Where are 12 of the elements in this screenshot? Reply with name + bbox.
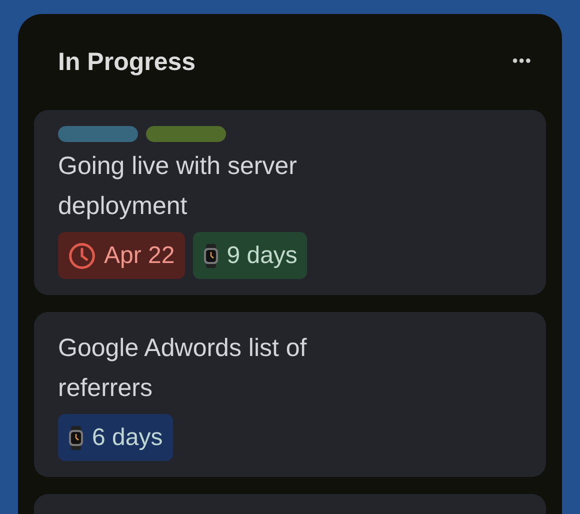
card-title: Going live with server deployment bbox=[58, 151, 298, 222]
watch-icon bbox=[68, 426, 84, 450]
clock-icon bbox=[68, 242, 96, 270]
task-card[interactable]: Going live with server deployment Apr 22 9 days bbox=[34, 110, 546, 295]
card-title: Google Adwords list of referrers bbox=[58, 333, 308, 404]
column-title: In Progress bbox=[58, 48, 196, 76]
more-menu-button[interactable]: ••• bbox=[512, 53, 532, 71]
due-date-badge: Apr 22 bbox=[58, 232, 185, 279]
duration-badge: 9 days bbox=[192, 232, 308, 279]
watch-icon bbox=[202, 244, 219, 268]
duration-badge: 6 days bbox=[58, 414, 173, 461]
task-card[interactable]: Google Adwords list of referrers 6 days bbox=[34, 312, 546, 477]
